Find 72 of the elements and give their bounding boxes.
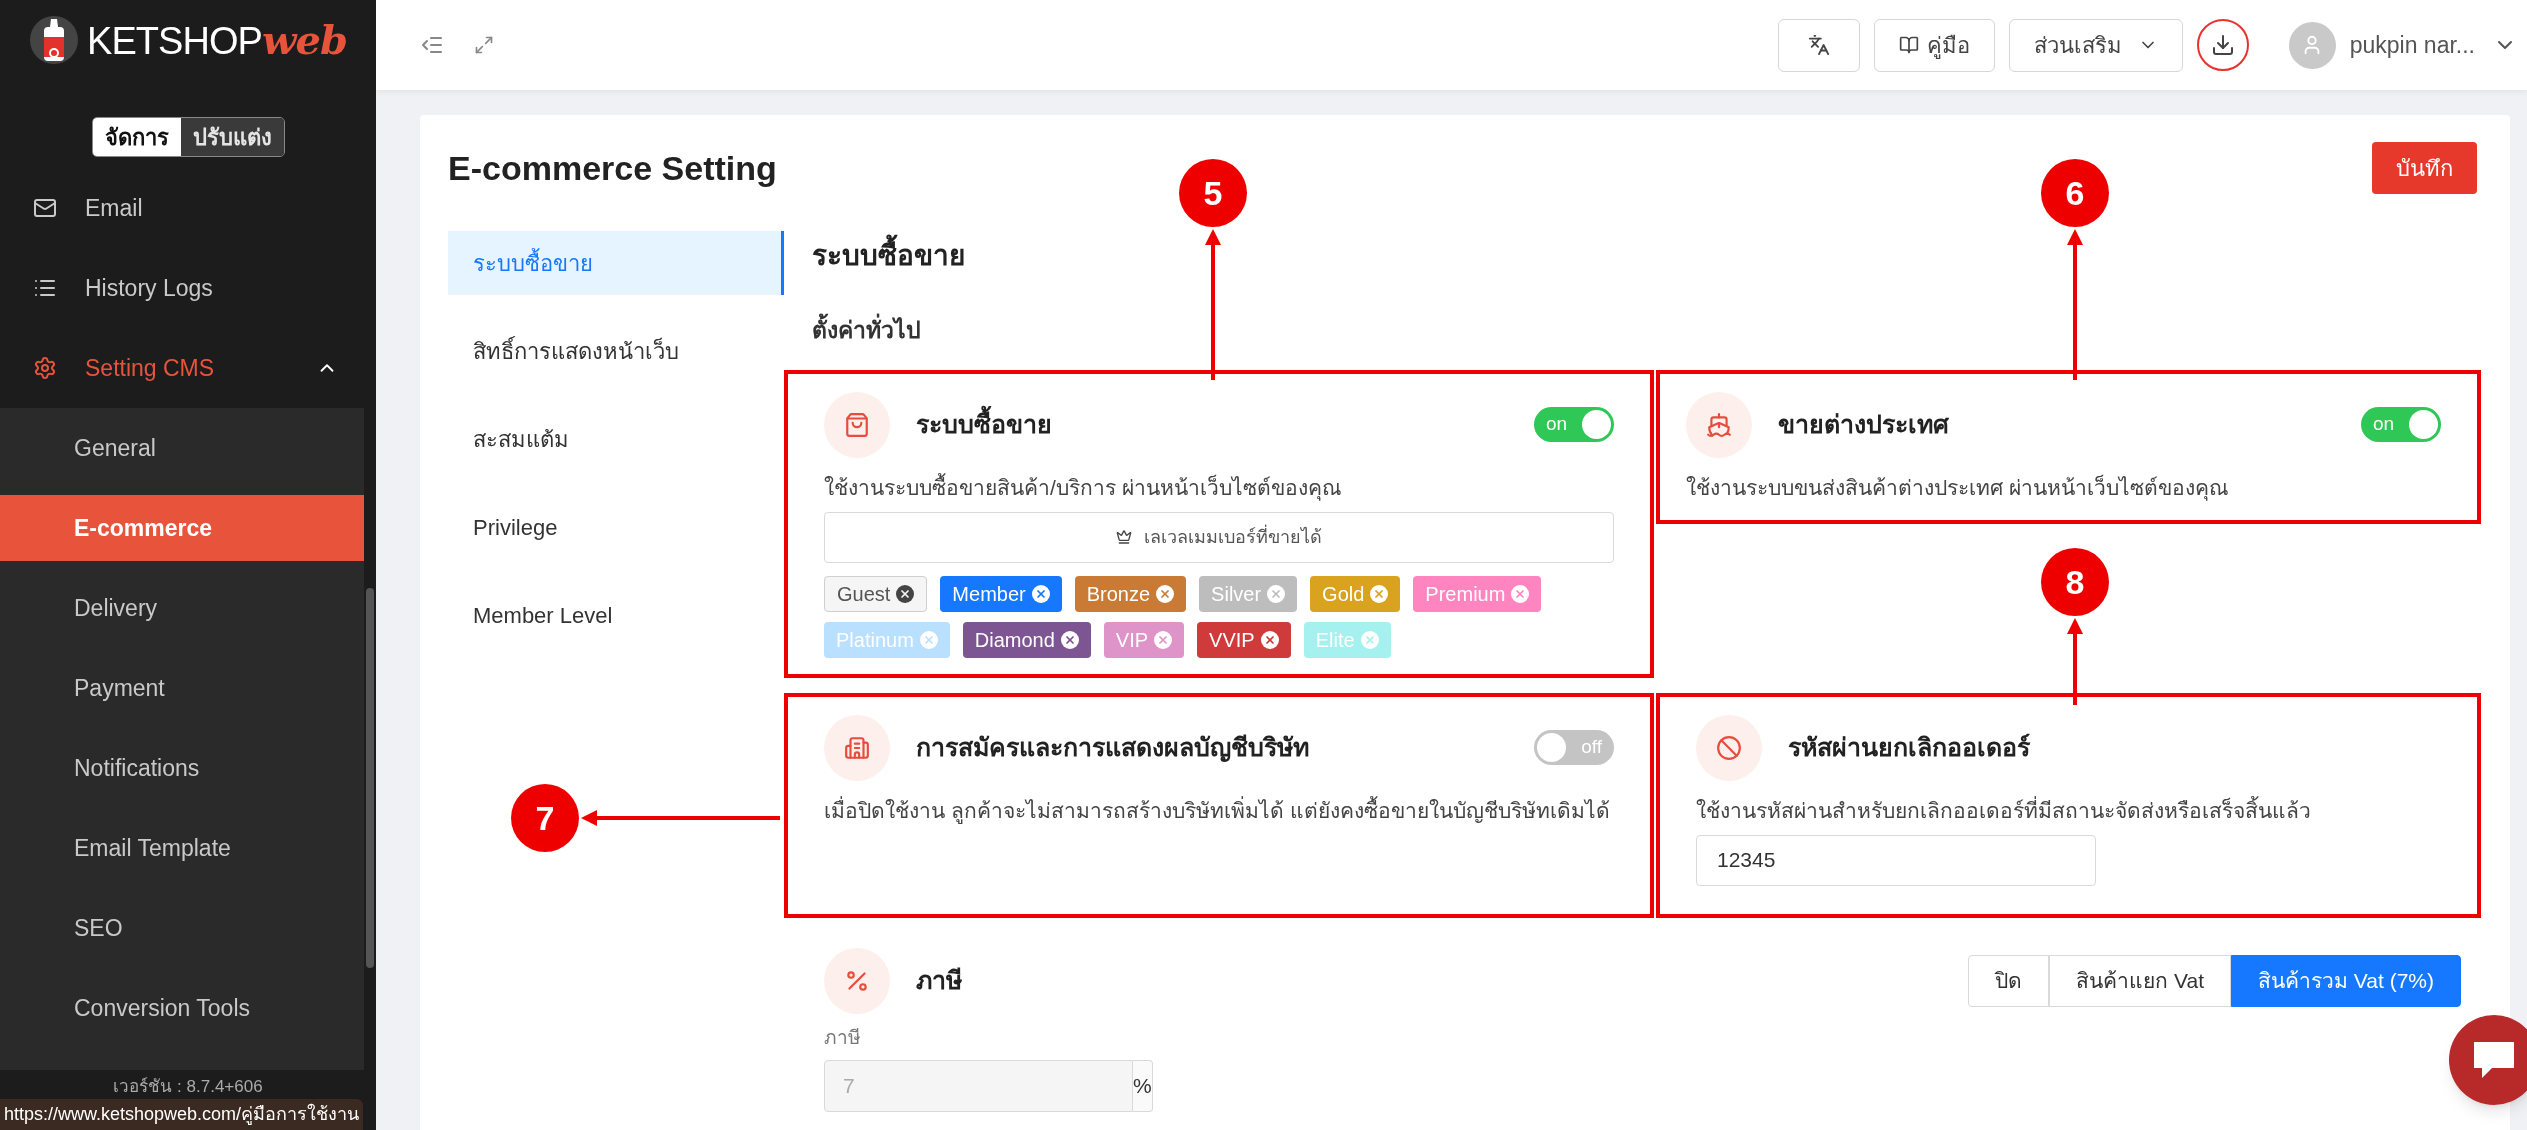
mode-tab[interactable]: จัดการ	[92, 118, 181, 156]
card-description: ใช้งานระบบขนส่งสินค้าต่างประเทศ ผ่านหน้าเว็บไซต์ของคุณ	[1686, 473, 2229, 503]
sidebar-subitem[interactable]: SEO	[0, 895, 364, 961]
annotation-number: 6	[2041, 159, 2109, 227]
member-tag: Guest	[824, 575, 928, 612]
subsection-title: ตั้งค่าทั่วไป	[784, 313, 2481, 348]
logo-text: KETSHOPweb	[87, 15, 347, 65]
user-name[interactable]: pukpin nar...	[2349, 27, 2475, 63]
card-description: ใช้งานรหัสผ่านสำหรับยกเลิกออเดอร์ที่มีสถานะจัดส่งหรือเสร็จสิ้นแล้ว	[1696, 795, 2312, 824]
remove-tag-icon[interactable]	[1060, 630, 1079, 649]
member-tag: Gold	[1310, 575, 1401, 612]
remove-tag-icon[interactable]	[1260, 630, 1279, 649]
sidebar-subitem[interactable]: Email Template	[0, 815, 364, 881]
member-tag: Bronze	[1074, 575, 1187, 612]
download-icon	[2210, 33, 2235, 57]
card-title: ขายต่างประเทศ	[1778, 408, 1949, 440]
crown-icon	[1116, 529, 1132, 545]
card-description: เมื่อปิดใช้งาน ลูกค้าจะไม่สามารถสร้างบริษัทเพิ่มได้ แต่ยังคงซื้อขายในบัญชีบริษัทเดิมได้	[824, 795, 1611, 826]
manual-button[interactable]: คู่มือ	[1873, 18, 1995, 72]
mode-tab[interactable]: ปรับแต่ง	[180, 118, 284, 156]
sidebar-subitem[interactable]: Notifications	[0, 735, 364, 801]
settings-tab[interactable]: สะสมแต้ม	[448, 407, 784, 471]
member-tag: VVIP	[1197, 621, 1291, 658]
remove-tag-icon[interactable]	[1031, 584, 1050, 603]
sidebar-item[interactable]: Setting CMS	[0, 328, 364, 408]
sidebar-subitem[interactable]: Payment	[0, 655, 364, 721]
logo-icon	[29, 15, 79, 65]
annotation-number: 5	[1179, 159, 1247, 227]
save-button[interactable]: บันทึก	[2372, 142, 2477, 194]
member-tag: Platinum	[824, 621, 950, 658]
fullscreen-icon[interactable]	[474, 35, 494, 55]
sidebar-subitem[interactable]: Conversion Tools	[0, 975, 364, 1041]
card-title: ระบบซื้อขาย	[916, 405, 1052, 444]
member-tag: VIP	[1103, 621, 1185, 658]
mail-icon	[33, 196, 57, 220]
member-tag: Member	[940, 575, 1062, 612]
book-icon	[1898, 35, 1919, 55]
page-title: E-commerce Setting	[448, 147, 777, 189]
chat-bubble-icon	[2472, 1040, 2516, 1080]
member-tag: Elite	[1303, 621, 1391, 658]
translate-button[interactable]	[1777, 18, 1860, 72]
member-tag: Silver	[1199, 575, 1298, 612]
annotation-number: 7	[511, 784, 579, 852]
card-title: รหัสผ่านยกเลิกออเดอร์	[1788, 731, 2030, 763]
member-level-select[interactable]: เลเวลเมมเบอร์ที่ขายได้	[824, 511, 1614, 563]
card-description: ใช้งานระบบซื้อขายสินค้า/บริการ ผ่านหน้าเว็บไซต์ของคุณ	[824, 472, 1342, 503]
input-field[interactable]: 12345	[1696, 834, 2096, 886]
sidebar-subitem[interactable]: General	[0, 415, 364, 481]
field-label: ภาษี	[823, 1025, 862, 1050]
settings-tab[interactable]: Member Level	[448, 583, 784, 647]
remove-tag-icon[interactable]	[896, 584, 915, 603]
unit-label: %	[1133, 1060, 1153, 1112]
version-text: เวอร์ชัน : 8.7.4+606	[113, 1076, 263, 1098]
gear-icon	[33, 356, 57, 380]
sidebar-item[interactable]: History Logs	[0, 248, 364, 328]
settings-tab[interactable]: Privilege	[448, 495, 784, 559]
tax-title: ภาษี	[916, 964, 962, 996]
member-tag: Premium	[1413, 575, 1542, 612]
annotation-number: 8	[2041, 548, 2109, 616]
sidebar-subitem[interactable]: Delivery	[0, 575, 364, 641]
sidebar-subitem[interactable]: E-commerce	[0, 495, 364, 561]
section-title: ระบบซื้อขาย	[784, 231, 2481, 277]
settings-tab[interactable]: สิทธิ์การแสดงหน้าเว็บ	[448, 319, 784, 383]
sidebar-item[interactable]: Email	[0, 168, 364, 248]
scrollbar[interactable]	[366, 588, 374, 968]
member-tag: Diamond	[962, 621, 1091, 658]
translate-icon	[1807, 34, 1830, 56]
download-button[interactable]	[2196, 19, 2249, 71]
addons-button[interactable]: ส่วนเสริม	[2008, 18, 2183, 72]
status-url: https://www.ketshopweb.com/คู่มือการใช้งาน	[0, 1099, 364, 1130]
card-title: การสมัครและการแสดงผลบัญชีบริษัท	[916, 731, 1309, 764]
settings-tab[interactable]: ระบบซื้อขาย	[448, 231, 784, 295]
